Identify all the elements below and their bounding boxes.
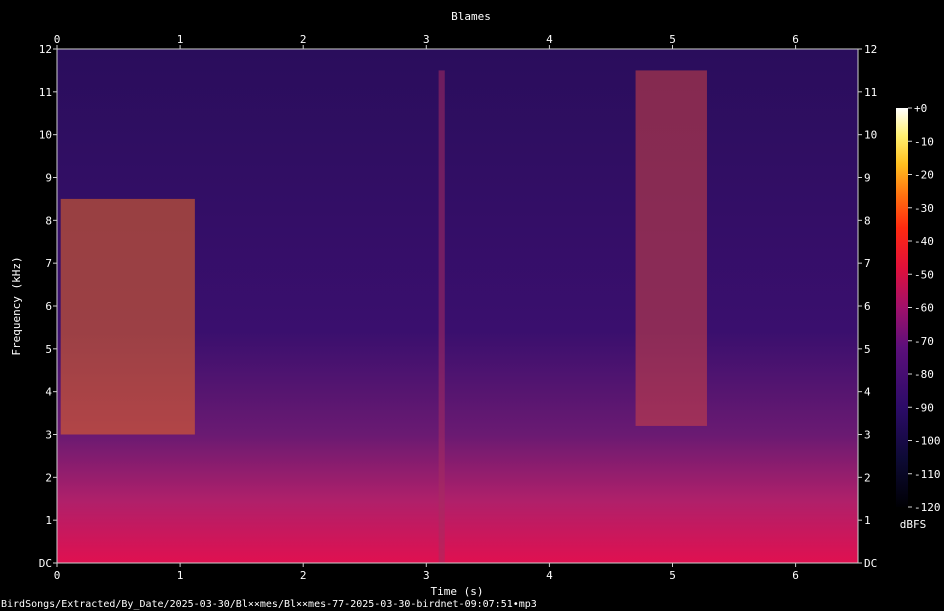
colorbar-tick-label: -30 [914, 202, 934, 215]
colorbar-tick-label: -70 [914, 335, 934, 348]
y-axis-left: DC123456789101112 [39, 43, 57, 570]
x-tick-label-top: 0 [54, 33, 61, 46]
y-tick-label-right: 6 [864, 300, 871, 313]
y-tick-label-right: 10 [864, 129, 877, 142]
x-tick-label-top: 4 [546, 33, 553, 46]
x-tick-label-bottom: 5 [669, 569, 676, 582]
x-tick-label-top: 2 [300, 33, 307, 46]
y-tick-label-left: 3 [45, 429, 52, 442]
event-region-0 [60, 198, 195, 435]
colorbar-tick-label: -90 [914, 401, 934, 414]
x-tick-label-bottom: 2 [300, 569, 307, 582]
x-tick-label-bottom: 4 [546, 569, 553, 582]
colorbar-tick-label: -10 [914, 135, 934, 148]
chart-title: Blames [451, 10, 491, 23]
x-axis-top: 0 1 2 3 4 5 6 [54, 33, 799, 49]
colorbar-ticks: +0 -10 -20 -30 -40 -50 -60 -70 -80 -90 -100 -110 -12… [908, 102, 941, 514]
y-tick-label-left: 10 [39, 129, 52, 142]
y-tick-label-right: 7 [864, 257, 871, 270]
y-tick-label-right: 3 [864, 429, 871, 442]
x-tick-label-top: 1 [177, 33, 184, 46]
x-axis-label: Time (s) [431, 585, 484, 598]
y-tick-label-right: 8 [864, 214, 871, 227]
colorbar [896, 108, 908, 507]
y-tick-label-left: 2 [45, 471, 52, 484]
colorbar-label: dBFS [900, 518, 927, 531]
y-axis-label: Frequency (kHz) [10, 256, 23, 355]
y-tick-label-left: 1 [45, 514, 52, 527]
x-tick-label-top: 5 [669, 33, 676, 46]
x-tick-label-bottom: 3 [423, 569, 430, 582]
y-tick-label-right: DC [864, 557, 877, 570]
y-tick-label-left: 9 [45, 172, 52, 185]
colorbar-tick-label: -50 [914, 268, 934, 281]
colorbar-tick-label: -80 [914, 368, 934, 381]
colorbar-tick-label: -20 [914, 169, 934, 182]
y-tick-label-left: 4 [45, 386, 52, 399]
colorbar-tick-label: -120 [914, 501, 941, 514]
file-path: BirdSongs/Extracted/By_Date/2025-03-30/B… [1, 599, 537, 610]
y-tick-label-left: 5 [45, 343, 52, 356]
x-tick-label-bottom: 1 [177, 569, 184, 582]
colorbar-tick-label: +0 [914, 102, 927, 115]
colorbar-tick-label: -40 [914, 235, 934, 248]
x-axis-bottom: 0 1 2 3 4 5 6 [54, 563, 799, 582]
event-region-1 [438, 70, 445, 564]
y-tick-label-right: 12 [864, 43, 877, 56]
y-tick-label-right: 4 [864, 386, 871, 399]
y-tick-label-left: 6 [45, 300, 52, 313]
x-tick-label-top: 3 [423, 33, 430, 46]
y-tick-label-left: DC [39, 557, 52, 570]
y-tick-label-left: 11 [39, 86, 52, 99]
y-tick-label-left: 8 [45, 214, 52, 227]
x-tick-label-bottom: 6 [792, 569, 799, 582]
y-tick-label-right: 2 [864, 471, 871, 484]
y-tick-label-left: 12 [39, 43, 52, 56]
x-tick-label-bottom: 0 [54, 569, 61, 582]
y-tick-label-left: 7 [45, 257, 52, 270]
y-tick-label-right: 1 [864, 514, 871, 527]
y-tick-label-right: 9 [864, 172, 871, 185]
y-axis-right: DC123456789101112 [858, 43, 877, 570]
colorbar-tick-label: -100 [914, 435, 941, 448]
event-region-2 [635, 70, 707, 426]
y-tick-label-right: 11 [864, 86, 877, 99]
spectrogram-chart: 0123456 0123456 DC123456789101112 DC1234… [10, 10, 941, 598]
colorbar-tick-label: -110 [914, 468, 941, 481]
x-tick-label-top: 6 [792, 33, 799, 46]
colorbar-tick-label: -60 [914, 302, 934, 315]
y-tick-label-right: 5 [864, 343, 871, 356]
